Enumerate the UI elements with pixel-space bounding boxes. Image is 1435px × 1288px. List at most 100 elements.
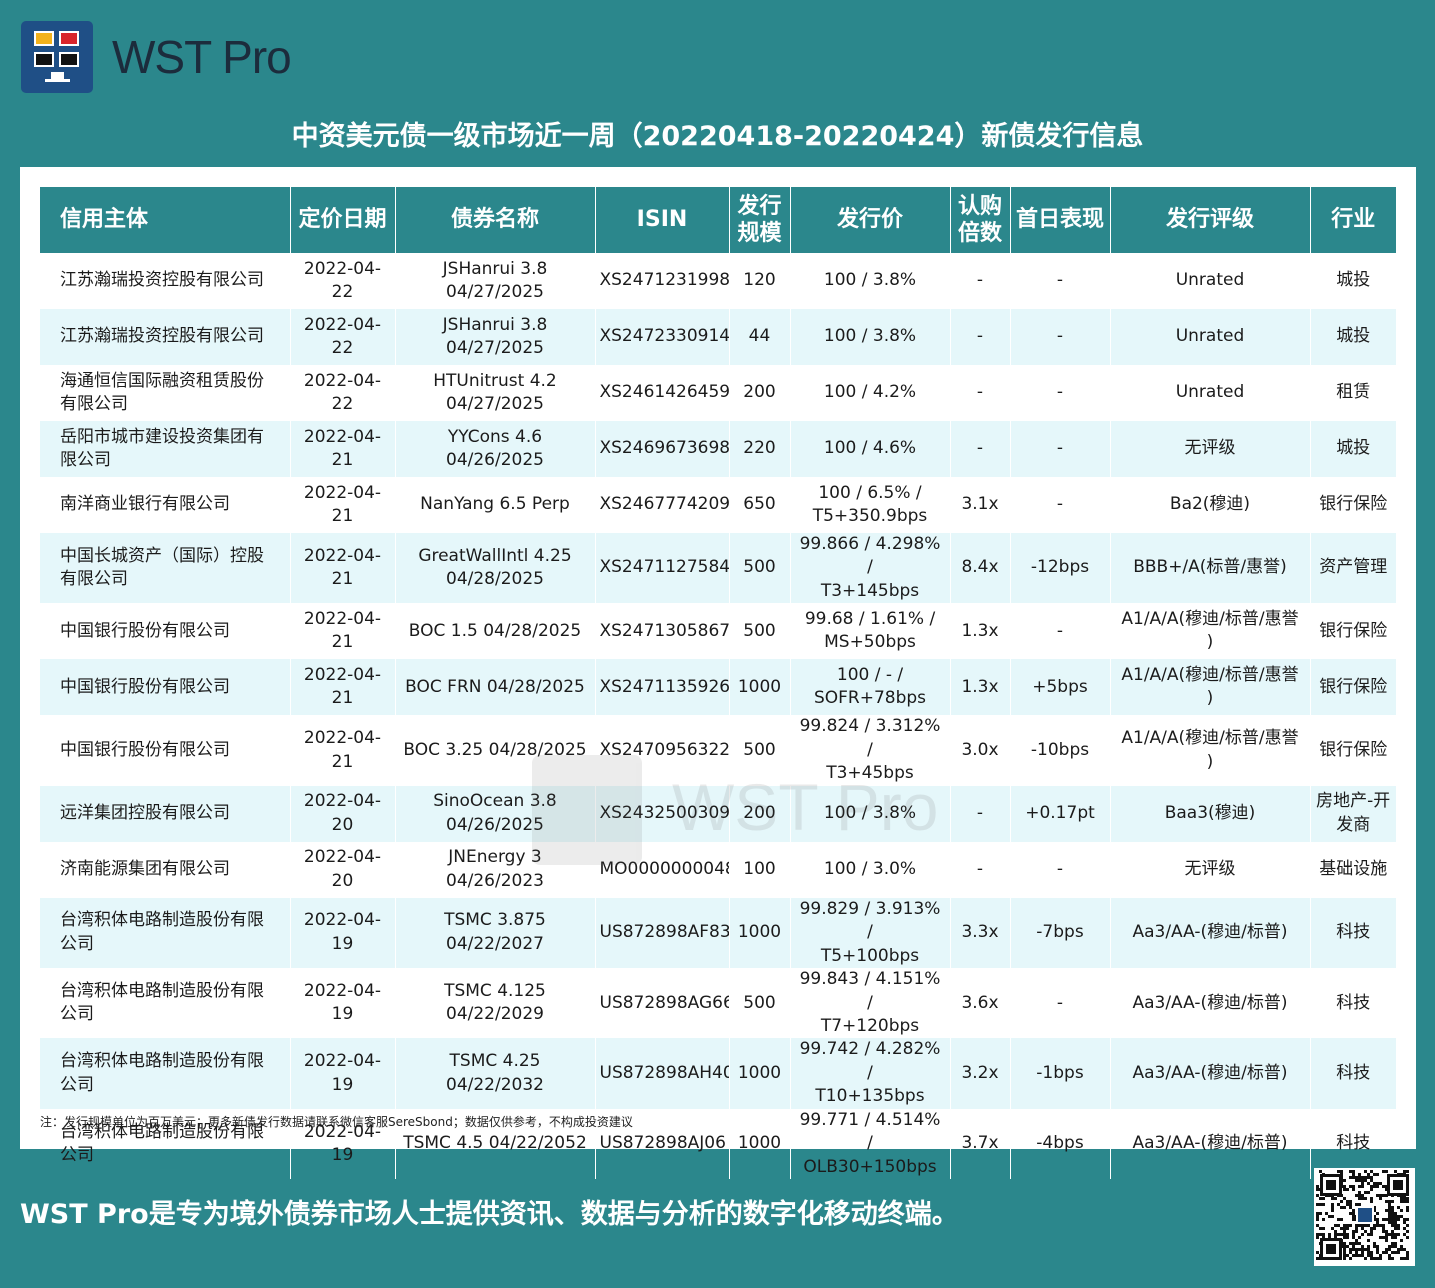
- table-panel: 信用主体 定价日期 债券名称 ISIN 发行 规模 发行价 认购 倍数 首日表现 发…: [20, 167, 1416, 1180]
- cell-rating-line1: Unrated: [1175, 382, 1245, 403]
- cell-bond-line1: HTUnitrust 4.2: [433, 370, 557, 391]
- cell-size: 200: [729, 365, 791, 421]
- cell-firstday: -: [1010, 477, 1111, 533]
- cell-industry: 资产管理: [1310, 533, 1396, 604]
- cell-isin: XS2471127584: [595, 533, 730, 604]
- cell-size: 220: [729, 421, 791, 477]
- header-bond: 债券名称: [395, 187, 596, 253]
- cell-date: 2022-04-19: [290, 1038, 396, 1109]
- cell-bond-line2: 04/22/2029: [446, 1004, 544, 1025]
- cell-subscription: -: [950, 421, 1011, 477]
- cell-bond-line1: TSMC 4.125: [444, 980, 546, 1001]
- cell-price-line2: T3+145bps: [820, 580, 920, 601]
- cell-isin: XS2467774209: [595, 477, 730, 533]
- cell-size: 1000: [729, 1038, 791, 1109]
- cell-price-line2: T5+350.9bps: [812, 506, 928, 526]
- table-row: 台湾积体电路制造股份有限公司 2022-04-19 TSMC 3.875 04/22/…: [40, 897, 1396, 969]
- cell-bond-line2: 04/27/2025: [446, 282, 544, 302]
- cell-size: 44: [729, 309, 791, 365]
- cell-price-line1: 100 / 3.8%: [823, 326, 917, 347]
- cell-issuer: 岳阳市城市建设投资集团有限公司: [40, 421, 291, 477]
- cell-subscription: -: [950, 785, 1011, 842]
- cell-rating-line1: 无评级: [1184, 438, 1236, 459]
- cell-rating-line2: ): [1206, 751, 1214, 772]
- cell-bond: BOC FRN 04/28/2025: [395, 659, 596, 716]
- footnote: 注：发行规模单位为百万美元；更多新债发行数据请联系微信客服SereSbond；数…: [40, 1115, 633, 1129]
- cell-rating-line1: Aa3/AA-(穆迪/标普): [1132, 922, 1288, 943]
- table-header-row: 信用主体 定价日期 债券名称 ISIN 发行 规模 发行价 认购 倍数 首日表现 发…: [40, 187, 1396, 253]
- cell-rating: Unrated: [1110, 365, 1311, 421]
- cell-size: 1000: [729, 1108, 791, 1180]
- header-size-line2: 规模: [737, 221, 782, 246]
- cell-price-line1: 100 / 3.8%: [823, 802, 917, 823]
- cell-price-line2: OLB30+150bps: [803, 1156, 937, 1177]
- cell-price-line1: 100 / 4.6%: [823, 438, 917, 459]
- page-title: 中资美元债一级市场近一周（20220418-20220424）新债发行信息: [291, 121, 1144, 152]
- cell-rating: Aa3/AA-(穆迪/标普): [1110, 968, 1311, 1039]
- cell-size: 200: [729, 785, 791, 842]
- cell-bond: YYCons 4.6 04/26/2025: [395, 421, 596, 477]
- cell-firstday: -: [1010, 841, 1111, 898]
- cell-price: 99.843 / 4.151% / T7+120bps: [790, 968, 951, 1039]
- cell-isin: XS2471305867: [595, 603, 730, 660]
- table-row: 济南能源集团有限公司 2022-04-20 JNEnergy 3 04/26/2023…: [40, 841, 1396, 898]
- cell-bond-line1: TSMC 4.5 04/22/2052: [403, 1133, 587, 1154]
- cell-date: 2022-04-22: [290, 365, 396, 421]
- cell-bond-line2: 04/26/2025: [446, 814, 544, 835]
- cell-isin: XS2461426459: [595, 365, 730, 421]
- cell-issuer: 中国长城资产（国际）控股有限公司: [40, 533, 291, 604]
- cell-size: 1000: [729, 897, 791, 969]
- cell-date: 2022-04-20: [290, 841, 396, 898]
- cell-issuer: 台湾积体电路制造股份有限公司: [40, 1038, 291, 1109]
- cell-price: 100 / 3.8%: [790, 785, 951, 842]
- cell-isin: XS2472330914: [595, 309, 730, 365]
- cell-date: 2022-04-19: [290, 968, 396, 1039]
- cell-date: 2022-04-21: [290, 533, 396, 604]
- cell-industry: 城投: [1336, 270, 1371, 291]
- cell-bond: GreatWallIntl 4.25 04/28/2025: [395, 533, 596, 604]
- cell-rating-line1: 无评级: [1184, 858, 1236, 879]
- cell-date: 2022-04-21: [290, 421, 396, 477]
- cell-price: 99.68 / 1.61% / MS+50bps: [790, 603, 951, 660]
- cell-price-line2: MS+50bps: [824, 632, 916, 653]
- cell-price-line2: T5+100bps: [820, 945, 920, 966]
- cell-price-line1: 99.771 / 4.514% /: [799, 1109, 941, 1154]
- cell-price: 100 / 3.0%: [790, 841, 951, 898]
- cell-bond-line1: TSMC 4.25: [449, 1051, 541, 1072]
- cell-firstday: -: [1010, 253, 1111, 309]
- cell-firstday: -1bps: [1010, 1038, 1111, 1109]
- table-row: 中国长城资产（国际）控股有限公司 2022-04-21 GreatWallIntl …: [40, 533, 1396, 604]
- cell-firstday: +0.17pt: [1010, 785, 1111, 842]
- footer-tagline: WST Pro是专为境外债券市场人士提供资讯、数据与分析的数字化移动终端。: [20, 1199, 959, 1230]
- cell-size: 500: [729, 715, 791, 786]
- cell-issuer: 江苏瀚瑞投资控股有限公司: [40, 309, 291, 365]
- cell-firstday: -: [1010, 309, 1111, 365]
- qr-code: [1314, 1168, 1415, 1266]
- cell-rating: Aa3/AA-(穆迪/标普): [1110, 1108, 1311, 1180]
- cell-date: 2022-04-21: [290, 659, 396, 716]
- cell-rating: Aa3/AA-(穆迪/标普): [1110, 897, 1311, 969]
- table-row: 远洋集团控股有限公司 2022-04-20 SinoOcean 3.8 04/26/2…: [40, 785, 1396, 842]
- cell-price-line1: 100 / 3.0%: [823, 858, 917, 879]
- cell-rating: Baa3(穆迪): [1110, 785, 1311, 842]
- cell-firstday: -: [1010, 421, 1111, 477]
- cell-bond: JSHanrui 3.8 04/27/2025: [395, 309, 596, 365]
- table-row: 江苏瀚瑞投资控股有限公司 2022-04-22 JSHanrui 3.8 04/27/…: [40, 309, 1396, 365]
- cell-subscription: 1.3x: [950, 659, 1011, 716]
- cell-price: 99.829 / 3.913% / T5+100bps: [790, 897, 951, 969]
- cell-size: 500: [729, 533, 791, 604]
- cell-date: 2022-04-22: [290, 253, 396, 309]
- cell-industry: 科技: [1310, 897, 1396, 969]
- cell-issuer: 中国银行股份有限公司: [40, 603, 291, 660]
- cell-isin: MO0000000048: [595, 841, 730, 898]
- cell-price-line1: 99.843 / 4.151% /: [799, 969, 941, 1013]
- cell-subscription: 3.0x: [950, 715, 1011, 786]
- cell-industry: 银行保险: [1319, 620, 1388, 641]
- cell-price: 100 / 3.8%: [790, 253, 951, 309]
- cell-bond-line1: BOC 3.25 04/28/2025: [403, 739, 587, 760]
- cell-bond: BOC 3.25 04/28/2025: [395, 715, 596, 786]
- cell-issuer: 台湾积体电路制造股份有限公司: [40, 897, 291, 969]
- cell-subscription: 3.7x: [950, 1108, 1011, 1180]
- cell-bond-line1: JNEnergy 3: [448, 847, 542, 868]
- table-row: 南洋商业银行有限公司 2022-04-21 NanYang 6.5 Perp XS24…: [40, 477, 1396, 533]
